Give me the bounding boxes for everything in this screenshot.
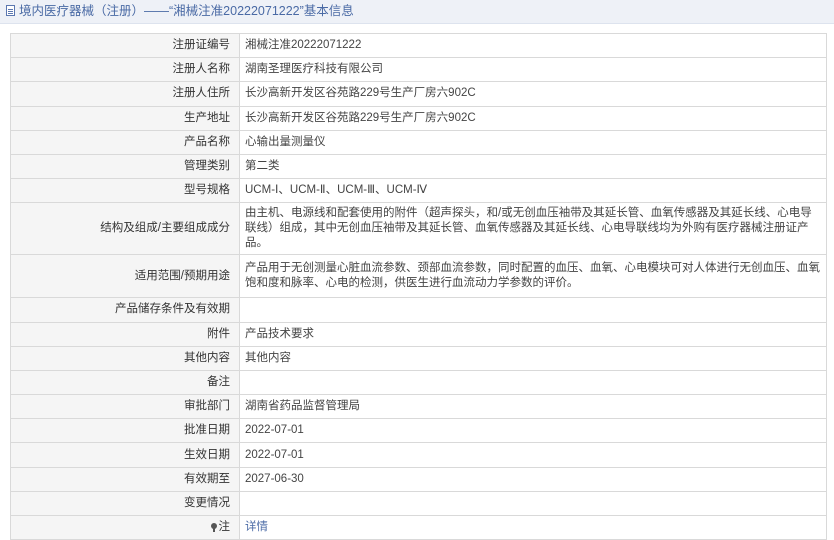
row-label: 适用范围/预期用途 [10,254,240,299]
table-row: 批准日期 2022-07-01 [10,418,827,444]
table-row: 变更情况 [10,490,827,517]
row-label: 型号规格 [10,178,240,204]
row-label: 结构及组成/主要组成成分 [10,202,240,256]
row-label: 批准日期 [10,418,240,444]
row-label: 生产地址 [10,105,240,131]
note-row-label: 注 [10,514,240,540]
row-value: 湖南圣理医疗科技有限公司 [239,57,827,83]
row-value: 2027-06-30 [239,466,827,492]
row-value [239,297,827,323]
row-value: 其他内容 [239,345,827,371]
row-label: 注册人名称 [10,57,240,83]
row-label: 其他内容 [10,345,240,371]
table-row: 注册证编号 湘械注准20222071222 [10,32,827,59]
table-row: 产品储存条件及有效期 [10,297,827,323]
row-value: 长沙高新开发区谷苑路229号生产厂房六902C [239,81,827,107]
table-row: 适用范围/预期用途 产品用于无创测量心脏血流参数、颈部血流参数，同时配置的血压、… [10,254,827,299]
row-value: 湘械注准20222071222 [239,32,827,59]
table-row: 生产地址 长沙高新开发区谷苑路229号生产厂房六902C [10,105,827,131]
table-row: 注册人住所 长沙高新开发区谷苑路229号生产厂房六902C [10,81,827,107]
row-label: 注册证编号 [10,32,240,59]
row-label: 产品储存条件及有效期 [10,297,240,323]
page-header: 境内医疗器械（注册）——“湘械注准20222071222”基本信息 [0,0,834,24]
table-row: 审批部门 湖南省药品监督管理局 [10,394,827,420]
row-value: 心输出量测量仪 [239,129,827,155]
row-value [239,490,827,517]
row-value: 产品用于无创测量心脏血流参数、颈部血流参数，同时配置的血压、血氧、心电模块可对人… [239,254,827,299]
note-label: 注 [218,521,231,534]
row-label: 有效期至 [10,466,240,492]
table-row: 有效期至 2027-06-30 [10,466,827,492]
info-table: 注册证编号 湘械注准20222071222 注册人名称 湖南圣理医疗科技有限公司… [10,32,827,540]
row-label: 审批部门 [10,394,240,420]
table-row: 注册人名称 湖南圣理医疗科技有限公司 [10,57,827,83]
row-value: 2022-07-01 [239,418,827,444]
row-label: 备注 [10,369,240,396]
page-title: 境内医疗器械（注册）——“湘械注准20222071222”基本信息 [19,4,354,18]
row-value: 产品技术要求 [239,321,827,347]
table-row: 附件 产品技术要求 [10,321,827,347]
row-label: 注册人住所 [10,81,240,107]
row-value: 由主机、电源线和配套使用的附件（超声探头，和/或无创血压袖带及其延长管、血氧传感… [239,202,827,256]
row-label: 附件 [10,321,240,347]
row-value: 2022-07-01 [239,442,827,468]
row-value [239,369,827,396]
document-icon [6,5,15,16]
note-row-value: 详情 [239,514,827,540]
pin-icon [210,523,217,533]
table-row: 结构及组成/主要组成成分 由主机、电源线和配套使用的附件（超声探头，和/或无创血… [10,202,827,256]
detail-link[interactable]: 详情 [245,521,268,533]
table-row: 注 详情 [10,514,827,540]
table-row: 型号规格 UCM-Ⅰ、UCM-Ⅱ、UCM-Ⅲ、UCM-Ⅳ [10,178,827,204]
table-row: 备注 [10,369,827,396]
row-label: 产品名称 [10,129,240,155]
table-row: 其他内容 其他内容 [10,345,827,371]
row-label: 管理类别 [10,153,240,180]
row-label: 变更情况 [10,490,240,517]
row-value: 长沙高新开发区谷苑路229号生产厂房六902C [239,105,827,131]
table-row: 管理类别 第二类 [10,153,827,180]
row-value: UCM-Ⅰ、UCM-Ⅱ、UCM-Ⅲ、UCM-Ⅳ [239,178,827,204]
row-value: 湖南省药品监督管理局 [239,394,827,420]
info-table-container: 注册证编号 湘械注准20222071222 注册人名称 湖南圣理医疗科技有限公司… [10,32,827,540]
table-row: 产品名称 心输出量测量仪 [10,129,827,155]
table-row: 生效日期 2022-07-01 [10,442,827,468]
row-value: 第二类 [239,153,827,180]
row-label: 生效日期 [10,442,240,468]
